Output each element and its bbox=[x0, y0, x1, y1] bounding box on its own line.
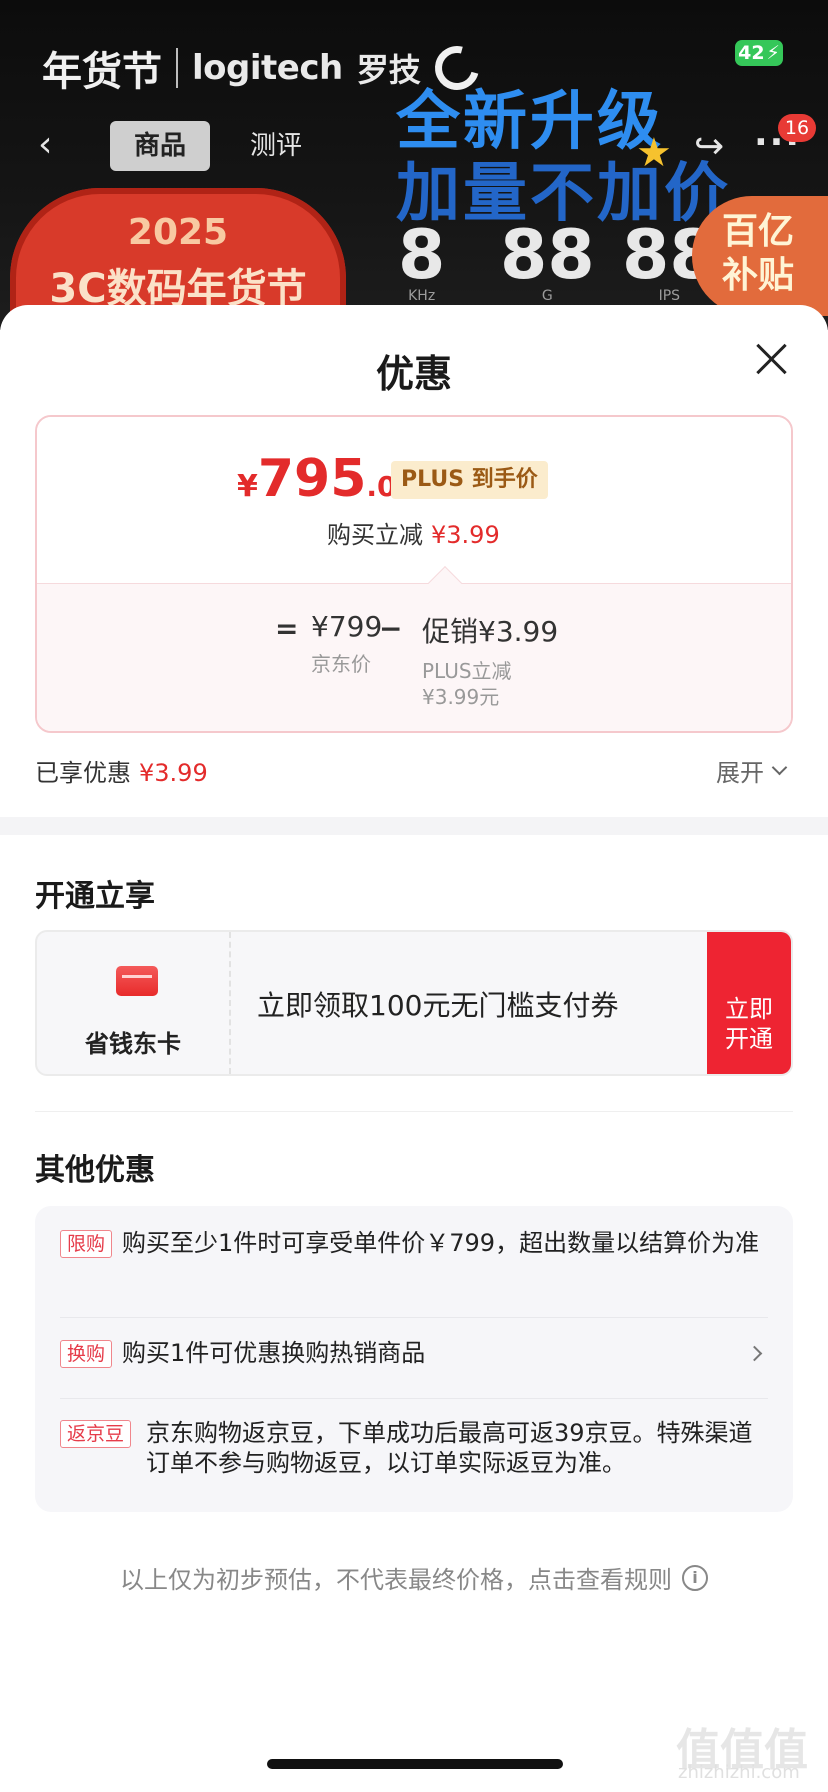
enjoyed-label: 已享优惠 bbox=[35, 759, 131, 787]
purchase-limit-text: 购买至少1件时可享受单件价￥799，超出数量以结算价为准 bbox=[122, 1229, 760, 1257]
instant-reduction: 购买立减 ¥3.99 bbox=[327, 515, 500, 550]
saving-card-description: 立即领取100元无门槛支付券 bbox=[257, 989, 619, 1022]
price-summary: ¥ 795 .01 PLUS 到手价 购买立减 ¥3.99 bbox=[37, 417, 791, 583]
product-hero-banner: 年货节 logitech 罗技 42 ⚡ ‹ 商品 测评 全新升级 加量不加价 … bbox=[0, 0, 828, 330]
promo-discount-item: 促销¥3.99 PLUS立减 ¥3.99元 bbox=[422, 610, 558, 710]
promo-label-line2: ¥3.99元 bbox=[422, 685, 500, 709]
sheet-title: 优惠 bbox=[375, 352, 452, 396]
chevron-down-icon bbox=[771, 759, 788, 776]
plus-price-tag: PLUS 到手价 bbox=[391, 461, 548, 499]
footnote-text: 以上仅为初步预估，不代表最终价格，点击查看规则 bbox=[120, 1566, 672, 1594]
price-calculation: = ¥799 京东价 − 促销¥3.99 PLUS立减 ¥3.99元 bbox=[37, 583, 791, 731]
battery-indicator: 42 ⚡ bbox=[735, 40, 783, 66]
base-price-value: ¥799 bbox=[311, 610, 383, 643]
base-price-item: ¥799 京东价 bbox=[311, 610, 382, 677]
price-breakdown-card: ¥ 795 .01 PLUS 到手价 购买立减 ¥3.99 = ¥799 京东价 … bbox=[35, 415, 793, 733]
reduction-label: 购买立减 bbox=[327, 521, 423, 549]
subsidy-line1: 百亿 bbox=[722, 211, 795, 252]
divider bbox=[35, 1111, 793, 1112]
price-rules-link[interactable]: 以上仅为初步预估，不代表最终价格，点击查看规则 i bbox=[0, 1560, 828, 1595]
info-icon: i bbox=[682, 1564, 708, 1591]
spec-polling-rate: 8 KHz bbox=[398, 216, 446, 305]
home-indicator[interactable] bbox=[267, 1759, 563, 1769]
jd-beans-text: 京东购物返京豆，下单成功后最高可返39京豆。特殊渠道订单不参与购物返豆，以订单实… bbox=[146, 1419, 753, 1477]
spec-value: 88 bbox=[500, 216, 595, 295]
enjoyed-amount: ¥3.99 bbox=[139, 759, 208, 787]
list-item-jd-beans: 返京豆 京东购物返京豆，下单成功后最高可返39京豆。特殊渠道订单不参与购物返豆，… bbox=[60, 1418, 768, 1478]
favorite-star-icon[interactable]: ★ bbox=[636, 130, 672, 176]
row-divider bbox=[60, 1398, 768, 1399]
event-year: 2025 bbox=[127, 212, 229, 253]
open-now-line1: 立即 bbox=[725, 995, 773, 1023]
list-item-trade-in[interactable]: 换购 购买1件可优惠换购热销商品 bbox=[60, 1338, 768, 1368]
base-price-label: 京东价 bbox=[311, 652, 371, 676]
saving-card-name: 省钱东卡 bbox=[85, 1030, 181, 1058]
expand-label: 展开 bbox=[716, 759, 764, 787]
spec-acceleration: 88 G bbox=[500, 216, 595, 305]
festival-logo: 年货节 bbox=[42, 48, 162, 95]
price-integer: 795 bbox=[257, 449, 367, 509]
promo-headline-line1: 全新升级 bbox=[396, 85, 664, 159]
share-icon[interactable]: ↪ bbox=[694, 126, 724, 167]
expand-button[interactable]: 展开 bbox=[716, 753, 788, 788]
tab-product[interactable]: 商品 bbox=[110, 121, 211, 171]
equals-sign: = bbox=[275, 612, 299, 645]
purchase-limit-tag: 限购 bbox=[60, 1230, 113, 1258]
close-icon[interactable] bbox=[754, 341, 790, 377]
minus-sign: − bbox=[379, 612, 403, 645]
discount-sheet: 优惠 ¥ 795 .01 PLUS 到手价 购买立减 ¥3.99 = ¥799 京… bbox=[0, 305, 828, 1792]
spec-value: 8 bbox=[398, 216, 446, 295]
jd-beans-tag: 返京豆 bbox=[60, 1420, 132, 1448]
open-benefits-title: 开通立享 bbox=[35, 879, 155, 914]
brand-logo: logitech bbox=[192, 48, 343, 88]
section-divider-band bbox=[0, 817, 828, 835]
trade-in-text: 购买1件可优惠换购热销商品 bbox=[122, 1339, 426, 1367]
enjoyed-discount: 已享优惠 ¥3.99 bbox=[35, 753, 208, 788]
open-now-line2: 开通 bbox=[725, 1025, 773, 1053]
watermark-url: zhizhizhi.com bbox=[678, 1762, 800, 1783]
tab-review[interactable]: 测评 bbox=[226, 121, 326, 171]
promo-label-line1: PLUS立减 bbox=[422, 659, 512, 683]
other-discounts-title: 其他优惠 bbox=[35, 1153, 155, 1188]
charging-bolt-icon: ⚡ bbox=[766, 42, 780, 64]
list-item-purchase-limit: 限购 购买至少1件时可享受单件价￥799，超出数量以结算价为准 bbox=[60, 1228, 768, 1258]
message-count-badge: 16 bbox=[778, 114, 816, 142]
open-now-button[interactable]: 立即 开通 bbox=[707, 932, 791, 1074]
reduction-amount: ¥3.99 bbox=[431, 521, 500, 549]
logo-divider bbox=[176, 48, 178, 88]
battery-level: 42 bbox=[738, 42, 765, 64]
currency-symbol: ¥ bbox=[237, 469, 258, 504]
subsidy-badge: 百亿 补贴 bbox=[692, 196, 828, 316]
promo-discount-value: 促销¥3.99 bbox=[422, 615, 559, 648]
credit-card-icon bbox=[116, 966, 158, 996]
saving-card-info: 省钱东卡 bbox=[37, 932, 231, 1074]
saving-card-offer[interactable]: 省钱东卡 立即领取100元无门槛支付券 立即 开通 bbox=[35, 930, 793, 1076]
trade-in-tag: 换购 bbox=[60, 1340, 113, 1368]
back-arrow-icon[interactable]: ‹ bbox=[38, 127, 66, 163]
final-price: ¥ 795 .01 bbox=[237, 453, 416, 505]
promo-headline: 全新升级 加量不加价 bbox=[396, 86, 731, 230]
row-divider bbox=[60, 1317, 768, 1318]
promo-discount-label: PLUS立减 ¥3.99元 bbox=[422, 658, 558, 710]
other-discounts-list: 限购 购买至少1件时可享受单件价￥799，超出数量以结算价为准 换购 购买1件可… bbox=[35, 1206, 793, 1512]
subsidy-line2: 补贴 bbox=[722, 255, 795, 296]
